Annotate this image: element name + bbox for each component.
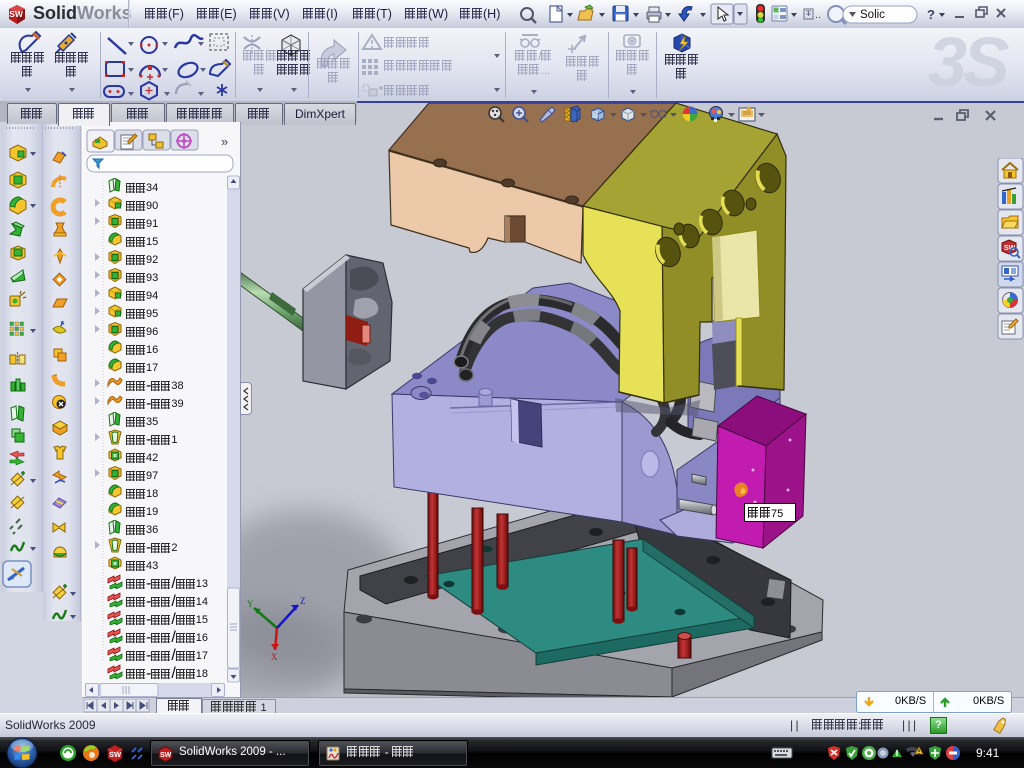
svg-text:SW: SW: [109, 750, 122, 759]
svg-text:SW: SW: [9, 9, 24, 19]
svg-text:Z: Z: [300, 596, 306, 606]
svg-text:?: ?: [927, 7, 935, 22]
svg-text:..: ..: [815, 9, 821, 21]
svg-text:»: »: [221, 134, 228, 149]
svg-text:X: X: [271, 652, 278, 662]
svg-text:SW: SW: [160, 752, 172, 759]
svg-text:Y: Y: [247, 599, 254, 609]
svg-text:Solic: Solic: [860, 9, 885, 21]
